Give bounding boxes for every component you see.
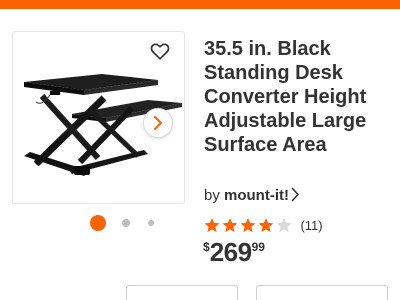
chevron-right-icon xyxy=(154,116,162,130)
price-dollars: 269 xyxy=(209,237,252,267)
price-currency: $ xyxy=(203,240,210,254)
star-icon xyxy=(240,218,256,233)
brand-line: by mount-it! xyxy=(204,186,300,206)
product-title: 35.5 in. Black Standing Desk Converter H… xyxy=(204,38,367,156)
carousel-indicators xyxy=(90,215,160,231)
chevron-right-icon[interactable] xyxy=(291,187,300,202)
star-icon xyxy=(222,218,238,233)
next-image-button[interactable] xyxy=(143,108,173,138)
price: $26999 xyxy=(203,237,265,267)
header-bar xyxy=(0,0,400,9)
brand-prefix: by xyxy=(204,187,220,204)
brand-link[interactable]: mount-it! xyxy=(224,187,289,204)
price-cents: 99 xyxy=(251,240,265,254)
rating-summary[interactable]: (11) xyxy=(204,217,323,235)
favorite-heart-icon[interactable] xyxy=(149,40,171,62)
star-icon xyxy=(258,218,274,233)
star-icon xyxy=(204,218,220,233)
option-button[interactable] xyxy=(256,285,388,300)
option-button[interactable] xyxy=(126,285,238,300)
carousel-dot[interactable] xyxy=(148,220,154,226)
half-star-icon xyxy=(276,218,292,233)
star-rating xyxy=(204,218,292,233)
review-count[interactable]: (11) xyxy=(300,218,322,233)
product-page: 35.5 in. Black Standing Desk Converter H… xyxy=(0,0,400,300)
carousel-dot-active[interactable] xyxy=(90,215,106,231)
carousel-dot[interactable] xyxy=(122,219,130,227)
